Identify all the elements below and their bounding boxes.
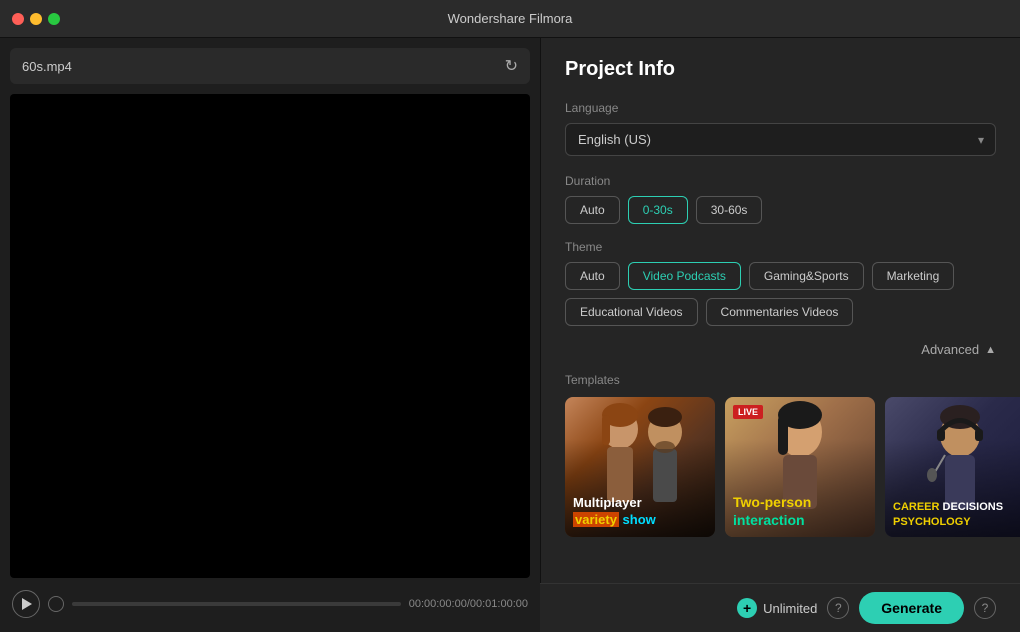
language-select[interactable]: English (US) Chinese (Simplified) Spanis… <box>565 123 996 156</box>
tmpl2-word-interaction: interaction <box>733 512 805 528</box>
duration-button-group: Auto 0-30s 30-60s <box>565 196 996 224</box>
file-name: 60s.mp4 <box>22 59 505 74</box>
time-display: 00:00:00:00/00:01:00:00 <box>409 598 528 610</box>
panel-title: Project Info <box>565 58 996 81</box>
loop-button[interactable] <box>48 596 64 612</box>
theme-button-group-2: Educational Videos Commentaries Videos <box>565 298 996 326</box>
progress-track[interactable] <box>72 602 401 606</box>
total-time: /00:01:00:00 <box>467 598 528 610</box>
left-panel: 60s.mp4 ↻ 00:00:00:00/00:01:00:00 <box>0 38 540 632</box>
theme-auto-button[interactable]: Auto <box>565 262 620 290</box>
theme-section: Theme Auto Video Podcasts Gaming&Sports … <box>565 240 996 326</box>
tmpl1-word-variety: variety <box>573 512 619 527</box>
generate-help-icon: ? <box>982 601 989 615</box>
file-bar: 60s.mp4 ↻ <box>10 48 530 84</box>
theme-video-podcasts-button[interactable]: Video Podcasts <box>628 262 741 290</box>
app-title: Wondershare Filmora <box>448 11 573 26</box>
minimize-dot[interactable] <box>30 13 42 25</box>
template-3-overlay: CAREER DECISIONS PSYCHOLOGY <box>885 492 1020 537</box>
main-layout: 60s.mp4 ↻ 00:00:00:00/00:01:00:00 Projec… <box>0 38 1020 632</box>
current-time: 00:00:00:00 <box>409 598 467 610</box>
template-1-text: Multiplayer variety show <box>573 495 707 529</box>
help-icon: ? <box>835 601 842 615</box>
unlimited-label: Unlimited <box>763 601 817 616</box>
template-career-decisions-psychology[interactable]: CAREER DECISIONS PSYCHOLOGY <box>885 397 1020 537</box>
duration-0-30s-button[interactable]: 0-30s <box>628 196 688 224</box>
generate-button[interactable]: Generate <box>859 592 964 624</box>
playback-bar: 00:00:00:00/00:01:00:00 <box>10 586 530 622</box>
template-2-overlay: Two-person interaction <box>725 485 875 537</box>
video-preview <box>10 94 530 578</box>
play-button[interactable] <box>12 590 40 618</box>
theme-gaming-sports-button[interactable]: Gaming&Sports <box>749 262 864 290</box>
theme-button-group: Auto Video Podcasts Gaming&Sports Market… <box>565 262 996 290</box>
window-controls <box>12 13 60 25</box>
templates-grid: Multiplayer variety show LIVE <box>565 397 996 537</box>
template-2-text: Two-person interaction <box>733 493 867 529</box>
template-multiplayer-variety-show[interactable]: Multiplayer variety show <box>565 397 715 537</box>
theme-label: Theme <box>565 240 996 254</box>
footer-bar: + Unlimited ? Generate ? <box>540 583 1020 632</box>
theme-educational-button[interactable]: Educational Videos <box>565 298 698 326</box>
advanced-chevron-icon: ▲ <box>985 344 996 356</box>
templates-label: Templates <box>565 373 996 387</box>
help-button[interactable]: ? <box>827 597 849 619</box>
live-badge: LIVE <box>733 405 763 419</box>
tmpl3-word-decisions: DECISIONS <box>943 501 1004 513</box>
close-dot[interactable] <box>12 13 24 25</box>
language-dropdown-wrapper: English (US) Chinese (Simplified) Spanis… <box>565 123 996 156</box>
tmpl1-word-multiplayer: Multiplayer <box>573 495 642 510</box>
duration-auto-button[interactable]: Auto <box>565 196 620 224</box>
duration-30-60s-button[interactable]: 30-60s <box>696 196 763 224</box>
titlebar: Wondershare Filmora <box>0 0 1020 38</box>
template-3-text: CAREER DECISIONS PSYCHOLOGY <box>893 500 1020 529</box>
right-panel: Project Info Language English (US) Chine… <box>540 38 1020 632</box>
tmpl3-word-psychology: PSYCHOLOGY <box>893 516 971 528</box>
template-1-overlay: Multiplayer variety show <box>565 487 715 537</box>
unlimited-button[interactable]: + Unlimited <box>737 598 817 618</box>
play-icon <box>22 598 32 610</box>
maximize-dot[interactable] <box>48 13 60 25</box>
theme-commentaries-button[interactable]: Commentaries Videos <box>706 298 854 326</box>
advanced-label: Advanced <box>921 342 979 357</box>
unlimited-plus-icon: + <box>737 598 757 618</box>
tmpl1-word-show: show <box>623 512 656 527</box>
language-section: Language English (US) Chinese (Simplifie… <box>565 101 996 156</box>
language-label: Language <box>565 101 996 115</box>
template-two-person-interaction[interactable]: LIVE Two-person interaction <box>725 397 875 537</box>
duration-section: Duration Auto 0-30s 30-60s <box>565 174 996 224</box>
tmpl3-word-career: CAREER <box>893 501 943 513</box>
generate-help-button[interactable]: ? <box>974 597 996 619</box>
theme-marketing-button[interactable]: Marketing <box>872 262 955 290</box>
duration-label: Duration <box>565 174 996 188</box>
refresh-button[interactable]: ↻ <box>505 56 518 76</box>
tmpl2-word-two-person: Two-person <box>733 494 811 510</box>
advanced-row[interactable]: Advanced ▲ <box>565 342 996 357</box>
